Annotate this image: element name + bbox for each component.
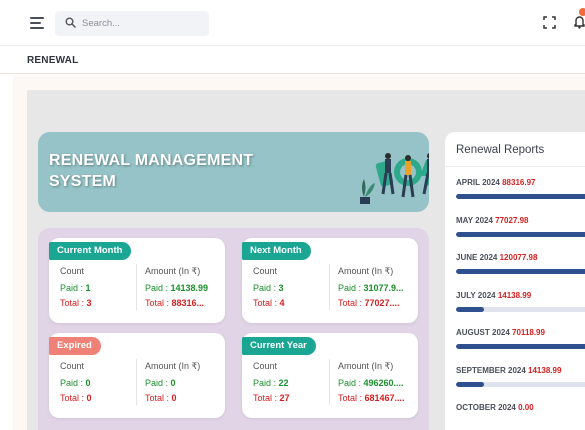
report-label: SEPTEMBER 2024 14138.99 xyxy=(456,366,561,375)
paid-amount: Paid : 31077.9... xyxy=(338,283,404,293)
count-header: Count xyxy=(60,361,85,371)
report-month: SEPTEMBER 2024 xyxy=(456,365,529,375)
report-progress-bar xyxy=(456,344,585,349)
report-label: MAY 2024 77027.98 xyxy=(456,216,529,225)
report-progress-fill xyxy=(456,381,484,387)
report-value: 14138.99 xyxy=(528,365,562,375)
report-label: AUGUST 2024 70118.99 xyxy=(456,328,545,337)
report-label: OCTOBER 2024 0.00 xyxy=(456,403,534,412)
renewal-banner: RENEWAL MANAGEMENT SYSTEM xyxy=(38,132,429,212)
count-header: Count xyxy=(253,361,278,371)
amount-header: Amount (In ₹) xyxy=(145,361,201,371)
report-progress-fill xyxy=(456,269,585,274)
divider xyxy=(329,359,330,405)
search-input[interactable] xyxy=(82,14,202,33)
total-count: Total : 0 xyxy=(60,393,92,403)
report-progress-fill xyxy=(456,194,585,199)
report-value: 77027.98 xyxy=(495,215,529,225)
reports-title: Renewal Reports xyxy=(456,144,545,156)
report-progress-bar xyxy=(456,269,585,274)
total-count: Total : 4 xyxy=(253,298,285,308)
report-progress-fill xyxy=(456,306,484,312)
report-label: APRIL 2024 88316.97 xyxy=(456,178,535,187)
total-amount: Total : 681467.... xyxy=(338,393,405,403)
amount-header: Amount (In ₹) xyxy=(145,266,201,276)
report-value: 0.00 xyxy=(518,403,534,412)
divider xyxy=(445,166,585,167)
report-month: APRIL 2024 xyxy=(456,178,503,187)
report-month: JULY 2024 xyxy=(456,290,498,300)
paid-count: Paid : 0 xyxy=(60,378,91,388)
renewal-reports-panel: Renewal Reports APRIL 2024 88316.97 MAY 2… xyxy=(445,132,585,430)
notification-bell-icon[interactable] xyxy=(574,14,585,29)
total-amount: Total : 77027.... xyxy=(338,298,400,308)
divider xyxy=(329,264,330,310)
paid-count: Paid : 1 xyxy=(60,283,91,293)
paid-amount: Paid : 496260.... xyxy=(338,378,404,388)
team-illustration-icon xyxy=(360,153,429,204)
report-value: 14138.99 xyxy=(497,290,532,300)
divider xyxy=(136,359,137,405)
banner-title: RENEWAL MANAGEMENT SYSTEM xyxy=(49,152,254,190)
notification-badge xyxy=(579,8,585,16)
paid-amount: Paid : 0 xyxy=(145,378,176,388)
top-bar xyxy=(0,0,585,46)
card-tag: Current Year xyxy=(242,337,316,355)
paid-amount: Paid : 14138.99 xyxy=(145,283,209,293)
card-tag: Next Month xyxy=(242,242,311,260)
report-progress-bar xyxy=(456,306,585,312)
report-month: AUGUST 2024 xyxy=(456,328,513,337)
paid-count: Paid : 22 xyxy=(253,378,289,388)
report-progress-bar xyxy=(456,381,585,387)
card-current-month[interactable]: Current Month Count Amount (In ₹) Paid :… xyxy=(49,238,225,323)
card-current-year[interactable]: Current Year Count Amount (In ₹) Paid : … xyxy=(242,333,418,418)
report-value: 70118.99 xyxy=(512,328,545,337)
summary-panel: Current Month Count Amount (In ₹) Paid :… xyxy=(38,228,429,430)
menu-icon[interactable] xyxy=(30,17,44,29)
report-month: OCTOBER 2024 xyxy=(456,403,519,412)
report-progress-fill xyxy=(456,231,585,237)
card-tag: Current Month xyxy=(49,242,132,260)
paid-count: Paid : 3 xyxy=(253,283,284,293)
report-progress-bar xyxy=(456,194,585,199)
search-box[interactable] xyxy=(55,11,209,36)
report-month: MAY 2024 xyxy=(456,215,496,225)
fullscreen-icon[interactable] xyxy=(543,16,556,29)
page-title: RENEWAL xyxy=(27,55,79,66)
count-header: Count xyxy=(60,266,85,276)
count-header: Count xyxy=(253,266,278,276)
card-expired[interactable]: Expired Count Amount (In ₹) Paid : 0 Tot… xyxy=(49,333,225,418)
divider xyxy=(136,264,137,310)
card-next-month[interactable]: Next Month Count Amount (In ₹) Paid : 3 … xyxy=(242,238,418,323)
report-progress-fill xyxy=(456,344,585,349)
total-amount: Total : 88316... xyxy=(145,298,205,308)
breadcrumb: RENEWAL xyxy=(0,47,585,74)
total-amount: Total : 0 xyxy=(145,393,177,403)
report-value: 120077.98 xyxy=(499,253,538,262)
report-month: JUNE 2024 xyxy=(456,253,500,262)
total-count: Total : 3 xyxy=(60,298,92,308)
amount-header: Amount (In ₹) xyxy=(338,361,394,371)
amount-header: Amount (In ₹) xyxy=(338,266,394,276)
report-progress-bar xyxy=(456,231,585,237)
total-count: Total : 27 xyxy=(253,393,290,403)
report-label: JUNE 2024 120077.98 xyxy=(456,253,537,262)
report-label: JULY 2024 14138.99 xyxy=(456,291,531,300)
report-value: 88316.97 xyxy=(502,178,536,187)
card-tag: Expired xyxy=(49,337,101,355)
search-icon xyxy=(65,17,76,28)
